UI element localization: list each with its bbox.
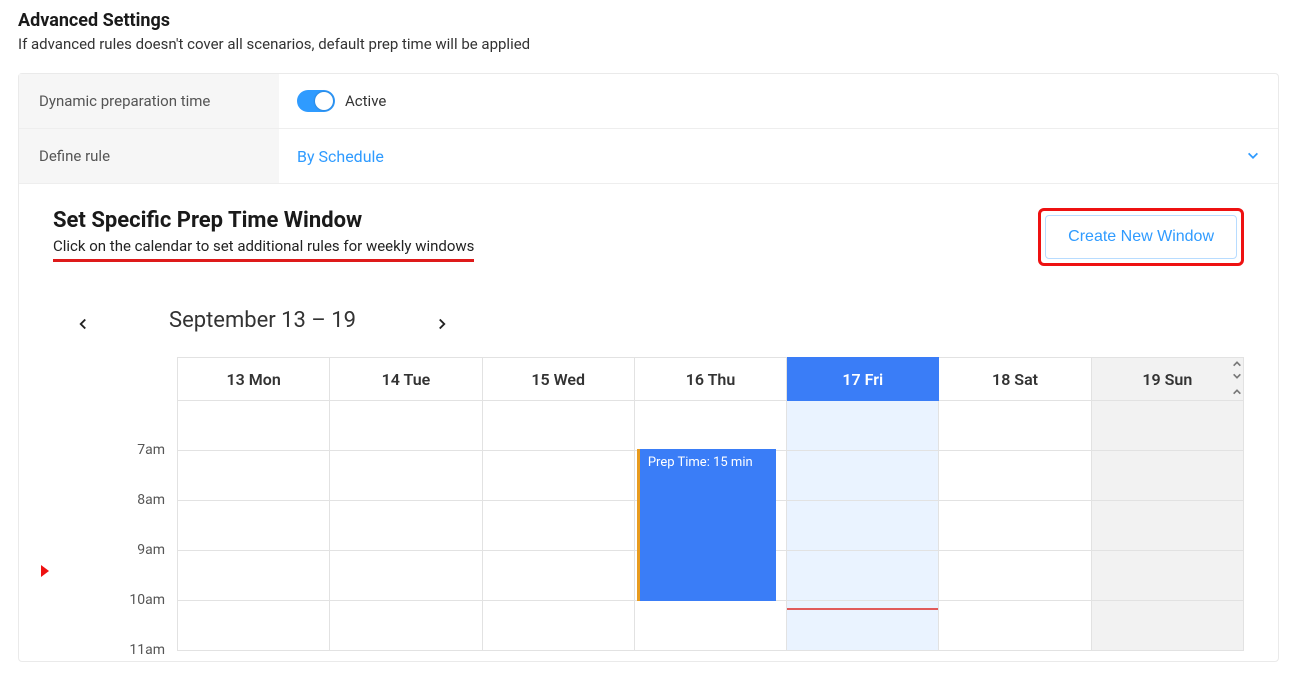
time-label: 10am	[53, 558, 177, 608]
advanced-settings-subtitle: If advanced rules doesn't cover all scen…	[18, 35, 1279, 53]
time-label: 8am	[53, 458, 177, 508]
section-subtitle: Click on the calendar to set additional …	[53, 237, 474, 262]
define-rule-row[interactable]: Define rule By Schedule	[19, 129, 1278, 184]
day-col-tue[interactable]	[330, 401, 482, 651]
calendar-nav: September 13 – 19	[53, 308, 1244, 333]
scroll-up-icon[interactable]	[1232, 387, 1242, 397]
chevron-down-icon	[1246, 149, 1260, 163]
create-window-highlight: Create New Window	[1038, 208, 1244, 266]
current-time-indicator-icon	[41, 565, 49, 577]
day-col-wed[interactable]	[483, 401, 635, 651]
settings-panel: Dynamic preparation time Active Define r…	[18, 73, 1279, 662]
calendar-body[interactable]: Prep Time: 15 min	[177, 401, 1244, 651]
dynamic-prep-label: Dynamic preparation time	[19, 74, 279, 128]
prep-window-section: Set Specific Prep Time Window Click on t…	[19, 184, 1278, 661]
day-header-fri-today[interactable]: 17 Fri	[787, 357, 939, 401]
prev-week-button[interactable]	[77, 315, 89, 327]
day-header-row: 13 Mon 14 Tue 15 Wed 16 Thu 17 Fri 18 Sa…	[177, 357, 1244, 401]
scroll-down-icon[interactable]	[1232, 371, 1242, 381]
day-col-sun[interactable]	[1092, 401, 1244, 651]
day-header-thu[interactable]: 16 Thu	[635, 357, 787, 401]
advanced-settings-heading: Advanced Settings	[18, 10, 1279, 31]
define-rule-label: Define rule	[19, 129, 279, 183]
dynamic-prep-value: Active	[279, 74, 1278, 128]
dynamic-prep-toggle[interactable]	[297, 90, 335, 112]
day-col-fri-today[interactable]	[787, 401, 939, 651]
day-header-sat[interactable]: 18 Sat	[939, 357, 1091, 401]
day-col-sat[interactable]	[939, 401, 1091, 651]
time-label: 7am	[53, 408, 177, 458]
time-label: 11am	[53, 608, 177, 658]
day-col-mon[interactable]	[177, 401, 330, 651]
day-col-thu[interactable]: Prep Time: 15 min	[635, 401, 787, 651]
calendar-scrollbar[interactable]	[1228, 357, 1246, 651]
day-header-wed[interactable]: 15 Wed	[483, 357, 635, 401]
time-label: 9am	[53, 508, 177, 558]
scroll-up-icon[interactable]	[1232, 359, 1242, 369]
day-header-tue[interactable]: 14 Tue	[330, 357, 482, 401]
day-header-mon[interactable]: 13 Mon	[178, 357, 330, 401]
calendar-date-range: September 13 – 19	[169, 308, 356, 333]
create-new-window-button[interactable]: Create New Window	[1045, 215, 1237, 259]
section-title: Set Specific Prep Time Window	[53, 208, 474, 233]
define-rule-value: By Schedule	[297, 147, 384, 166]
next-week-button[interactable]	[436, 315, 448, 327]
time-axis: 7am 8am 9am 10am 11am	[53, 357, 177, 651]
day-header-sun[interactable]: 19 Sun	[1092, 357, 1244, 401]
prep-time-event[interactable]: Prep Time: 15 min	[637, 449, 776, 601]
calendar-grid[interactable]: 7am 8am 9am 10am 11am 13 Mon 14 Tue 15 W…	[53, 357, 1244, 651]
now-line	[787, 608, 938, 610]
dynamic-prep-status: Active	[345, 92, 386, 110]
dynamic-prep-row: Dynamic preparation time Active	[19, 74, 1278, 129]
